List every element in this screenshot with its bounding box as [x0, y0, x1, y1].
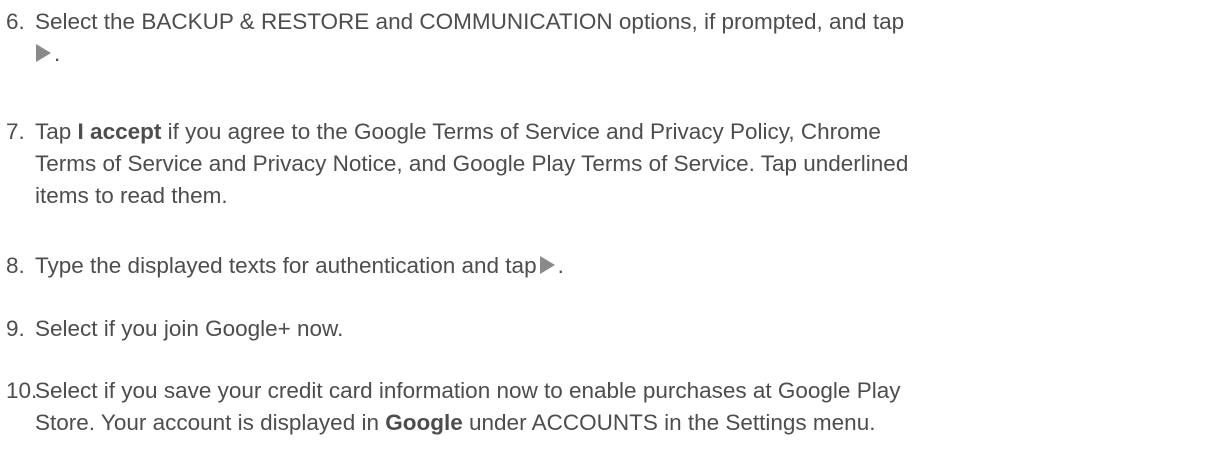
step-line: Tap I accept if you agree to the Google … — [35, 116, 1215, 148]
play-arrow-icon — [539, 256, 555, 274]
step-text-before: Store. Your account is displayed in — [35, 410, 379, 435]
step-text-rest: if you agree to the Google Terms of Serv… — [167, 119, 881, 144]
step-text-main: Type the displayed texts for authenticat… — [35, 253, 537, 278]
step-text: Select if you join Google+ now. — [35, 313, 1215, 345]
step-text: Tap I accept if you agree to the Google … — [35, 116, 1215, 212]
step-number: 9. — [6, 316, 25, 341]
play-arrow-icon — [36, 44, 51, 62]
step-line: Terms of Service and Privacy Notice, and… — [35, 151, 909, 176]
step-line: Type the displayed texts for authenticat… — [35, 250, 1215, 282]
step-line: Select if you join Google+ now. — [35, 316, 344, 341]
step-line: Select the BACKUP & RESTORE and COMMUNIC… — [35, 9, 905, 34]
punctuation: . — [54, 41, 61, 66]
step-line: . — [35, 38, 1215, 70]
punctuation: . — [557, 253, 564, 278]
step-number: 8. — [6, 253, 25, 278]
step-number: 6. — [6, 9, 25, 34]
step-line: Select if you save your credit card info… — [35, 378, 901, 403]
step-text: Select the BACKUP & RESTORE and COMMUNIC… — [35, 6, 1215, 70]
step-tap: Tap — [35, 119, 72, 144]
step-line: items to read them. — [35, 183, 228, 208]
step-number: 10. — [6, 378, 38, 403]
emphasis-i-accept: I accept — [77, 119, 162, 144]
step-text-after: under ACCOUNTS in the Settings menu. — [469, 410, 876, 435]
emphasis-google: Google — [385, 410, 463, 435]
step-text: Select if you save your credit card info… — [35, 375, 1215, 439]
step-text: Type the displayed texts for authenticat… — [35, 250, 1215, 282]
step-line: Store. Your account is displayed in Goog… — [35, 407, 1215, 439]
step-number: 7. — [6, 119, 25, 144]
